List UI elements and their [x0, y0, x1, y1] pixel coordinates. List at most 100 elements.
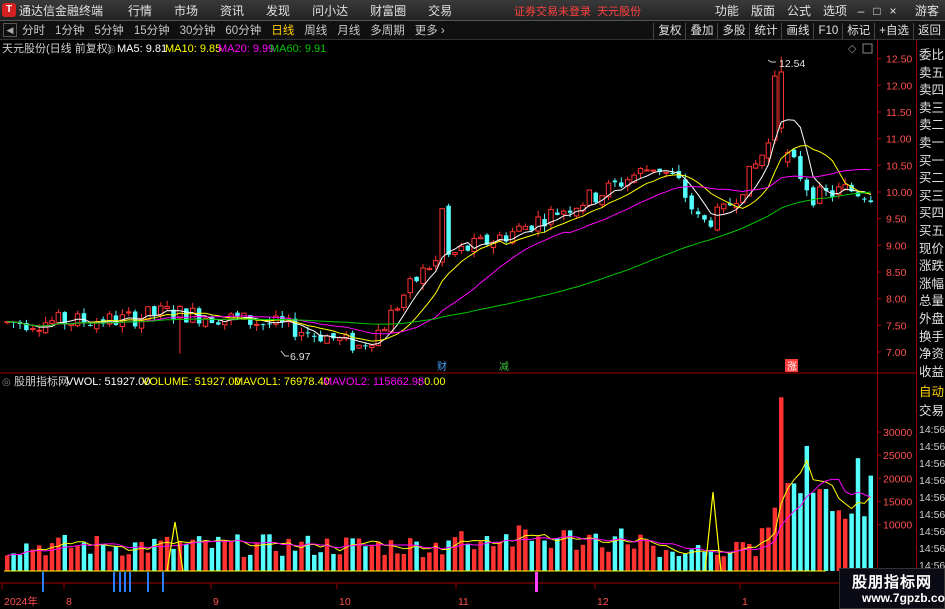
menu-shichang[interactable]: 市场: [163, 2, 209, 19]
quote-item: 总量: [919, 294, 945, 309]
expand-panel-icon[interactable]: [862, 43, 873, 54]
volume-bar: [708, 551, 714, 571]
volume-bar: [676, 556, 682, 571]
candle-body: [471, 237, 477, 252]
close-icon[interactable]: ×: [885, 4, 901, 18]
tool-fuquan[interactable]: 复权: [653, 22, 685, 39]
menu-xuanxiang[interactable]: 选项: [817, 2, 853, 19]
quote-item: 净资: [919, 347, 945, 362]
tool-tongji[interactable]: 统计: [749, 22, 781, 39]
candle-body: [253, 323, 260, 326]
tool-back[interactable]: 返回: [913, 22, 945, 39]
candle-body: [189, 307, 196, 323]
volume-bar: [113, 545, 119, 571]
menu-caifuquan[interactable]: 财富圈: [359, 2, 417, 19]
period-weekly[interactable]: 周线: [299, 22, 332, 38]
volume-bar: [241, 556, 247, 571]
quote-item: 卖四: [919, 83, 945, 98]
menu-jiaoyi[interactable]: 交易: [417, 2, 463, 19]
volume-bar: [318, 552, 323, 571]
user-guest[interactable]: 游客: [909, 2, 945, 19]
period-monthly[interactable]: 月线: [332, 22, 365, 38]
candle-body: [708, 220, 714, 227]
tick-time: 14:56: [919, 441, 945, 453]
marker-jian[interactable]: 减: [499, 361, 509, 373]
period-daily[interactable]: 日线: [266, 22, 299, 38]
candle-body: [81, 313, 87, 323]
tool-f10[interactable]: F10: [813, 22, 842, 39]
candle-body: [260, 324, 266, 326]
period-1min[interactable]: 1分钟: [50, 22, 89, 38]
date-tick-label: 11: [458, 596, 469, 608]
candle-body: [305, 332, 311, 334]
low-price-label: 6.97: [290, 351, 311, 363]
volume-bar: [849, 513, 854, 571]
tool-add-watchlist[interactable]: +自选: [874, 22, 913, 39]
candle-body: [619, 182, 624, 187]
quote-item: 涨幅: [919, 276, 945, 291]
tool-biaoji[interactable]: 标记: [842, 22, 874, 39]
candle-body: [791, 149, 797, 158]
menu-zixun[interactable]: 资讯: [209, 2, 255, 19]
maximize-icon[interactable]: □: [869, 4, 885, 18]
signal-bar-blue: [129, 572, 131, 592]
marker-cai[interactable]: 财: [437, 360, 447, 373]
menu-wenxiaoda[interactable]: 问小达: [301, 2, 359, 19]
high-annotation: 12.54: [767, 58, 805, 70]
tick-time: 14:56: [919, 492, 945, 504]
volume-bar: [190, 539, 195, 571]
signal-bar-blue: [147, 572, 149, 592]
volume-bar: [158, 540, 163, 571]
period-30min[interactable]: 30分钟: [175, 22, 221, 38]
candle-body: [683, 179, 688, 198]
diamond-icon[interactable]: ◇: [848, 43, 857, 55]
volume-bar: [529, 540, 534, 571]
price-tick-label: 7.00: [886, 347, 907, 359]
price-tick-label: 9.00: [886, 240, 907, 252]
period-fenshi[interactable]: 分时: [17, 22, 50, 38]
period-5min[interactable]: 5分钟: [89, 22, 128, 38]
period-multi[interactable]: 多周期: [365, 22, 410, 38]
volume-bar: [228, 540, 234, 571]
candle-body: [145, 306, 151, 321]
kline-settings-icon[interactable]: ◎: [107, 44, 116, 55]
candle-body: [561, 210, 567, 215]
volume-bar: [715, 554, 720, 571]
volume-tick-label: 20000: [883, 473, 912, 485]
menu-gongshi[interactable]: 公式: [781, 2, 817, 19]
price-tick-label: 9.50: [886, 214, 907, 226]
minimize-icon[interactable]: –: [853, 4, 869, 18]
ma20-line: [7, 168, 871, 335]
period-60min[interactable]: 60分钟: [220, 22, 266, 38]
period-15min[interactable]: 15分钟: [129, 22, 175, 38]
tick-time: 14:56: [919, 543, 945, 555]
volume-bar: [216, 536, 221, 571]
quote-item: 换手: [919, 329, 945, 344]
volume-bar: [497, 542, 503, 571]
candle-body: [798, 156, 803, 179]
menu-banmian[interactable]: 版面: [745, 2, 781, 19]
kline-chart[interactable]: 天元股份(日线 前复权) ◎ MA5: 9.81 MA10: 9.85 MA20…: [0, 40, 945, 609]
tab-auto[interactable]: 自动: [919, 383, 945, 402]
menu-gongneng[interactable]: 功能: [709, 2, 745, 19]
tool-diejia[interactable]: 叠加: [685, 22, 717, 39]
marker-zhang[interactable]: 涨: [787, 361, 797, 373]
volume-settings-icon[interactable]: ◎: [2, 377, 11, 388]
tick-time: 14:56: [919, 509, 945, 521]
period-more[interactable]: 更多 ›: [410, 22, 450, 38]
menu-hangqing[interactable]: 行情: [117, 2, 163, 19]
quote-item: 外盘: [919, 312, 945, 326]
volume-bar: [644, 540, 650, 571]
trade-login-status[interactable]: 证券交易未登录: [514, 6, 591, 18]
volume-bar: [587, 534, 592, 571]
tab-trade[interactable]: 交易: [919, 402, 945, 421]
volume-bar: [363, 546, 368, 571]
ma20-label: MA20: 9.99: [218, 43, 274, 55]
tool-duogu[interactable]: 多股: [717, 22, 749, 39]
collapse-left-icon[interactable]: ◀: [3, 23, 17, 37]
candle-body: [778, 71, 784, 129]
candle-body: [324, 335, 330, 344]
menu-faxian[interactable]: 发现: [255, 2, 301, 19]
tool-huaxian[interactable]: 画线: [781, 22, 813, 39]
candle-body: [702, 215, 707, 220]
